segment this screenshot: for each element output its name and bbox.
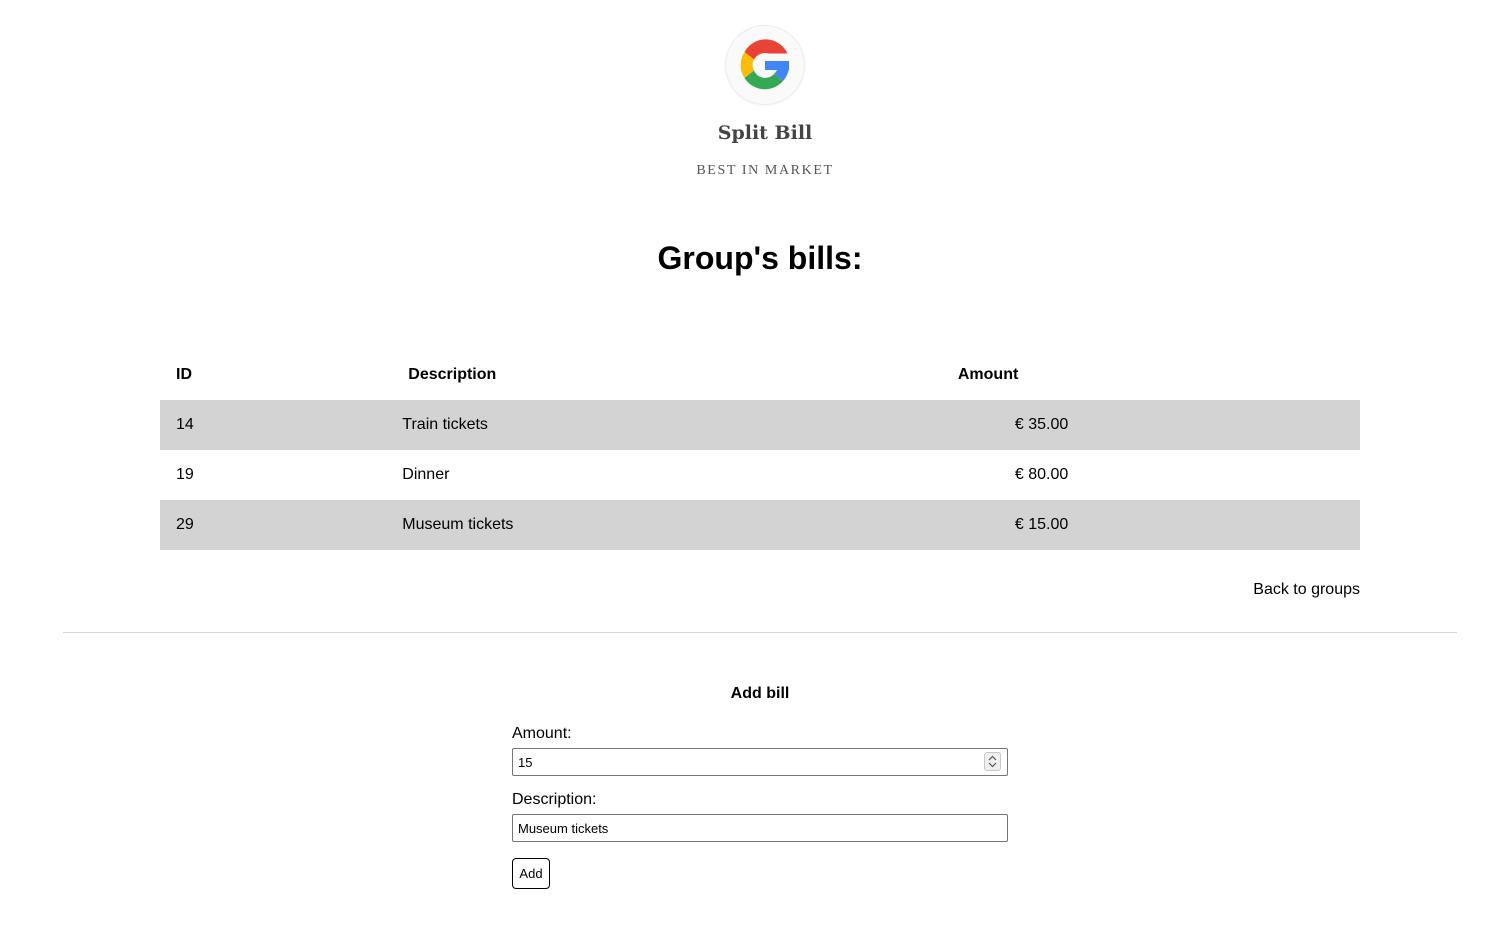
table-row: 29 Museum tickets € 15.00	[160, 500, 1360, 550]
description-input[interactable]	[512, 814, 1008, 842]
bill-amount: € 80.00	[1014, 466, 1069, 483]
amount-stepper[interactable]	[984, 752, 1001, 771]
bill-description: Train tickets	[402, 400, 958, 450]
logo	[0, 26, 1506, 109]
bill-amount: € 15.00	[957, 500, 1360, 550]
stepper-arrows-icon	[988, 755, 997, 768]
brand-tagline: BEST IN MARKET	[696, 163, 834, 178]
bill-amount: € 35.00	[957, 400, 1360, 450]
column-header-amount: Amount	[957, 366, 1019, 383]
page-title: Group's bills:	[657, 240, 863, 276]
divider	[63, 632, 1457, 633]
bill-id: 19	[176, 466, 194, 483]
amount-input[interactable]	[512, 748, 1008, 776]
logo-badge	[726, 26, 804, 104]
bill-description: Dinner	[402, 466, 450, 483]
page: Split Bill BEST IN MARKET Group's bills:…	[0, 0, 1506, 945]
table-row: 19 Dinner € 80.00	[160, 450, 1360, 500]
column-header-id: ID	[176, 366, 192, 383]
amount-label: Amount:	[512, 725, 572, 742]
description-label: Description:	[512, 791, 597, 808]
bill-description: Museum tickets	[402, 500, 958, 550]
column-header-description: Description	[408, 366, 497, 383]
back-to-groups-link[interactable]: Back to groups	[1253, 581, 1360, 599]
table-header-row: ID Description Amount	[160, 350, 1360, 400]
bills-table: ID Description Amount 14 Train tickets €…	[160, 350, 1360, 550]
bill-id: 29	[160, 500, 403, 550]
google-g-icon	[740, 39, 790, 90]
add-bill-title: Add bill	[730, 685, 790, 702]
brand-name: Split Bill	[717, 122, 813, 144]
add-button[interactable]: Add	[512, 858, 550, 889]
bill-id: 14	[160, 400, 403, 450]
table-row: 14 Train tickets € 35.00	[160, 400, 1360, 450]
